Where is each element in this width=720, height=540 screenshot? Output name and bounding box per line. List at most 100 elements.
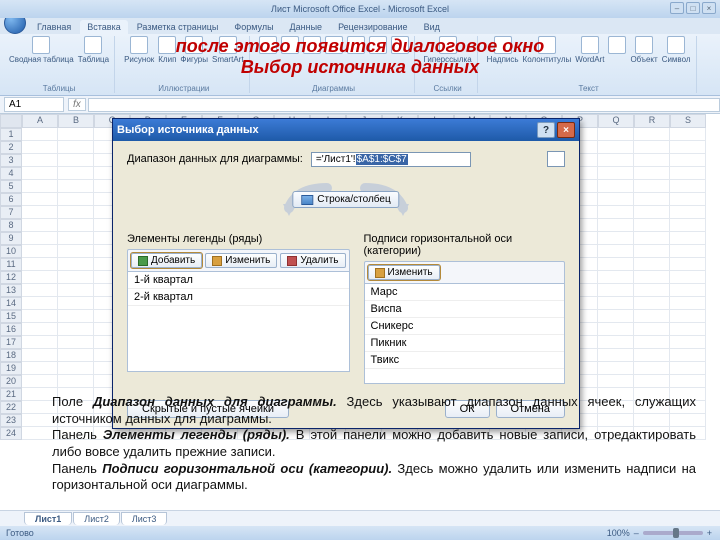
cell[interactable]	[634, 258, 670, 271]
cell[interactable]	[634, 141, 670, 154]
btn-chart-column[interactable]	[259, 36, 277, 55]
cell[interactable]	[22, 271, 58, 284]
cell[interactable]	[598, 167, 634, 180]
cell[interactable]	[634, 323, 670, 336]
btn-signature[interactable]	[608, 36, 626, 55]
cell[interactable]	[634, 154, 670, 167]
btn-chart-scatter[interactable]	[369, 36, 387, 55]
cell[interactable]	[634, 362, 670, 375]
tab-formulas[interactable]: Формулы	[227, 20, 280, 34]
cell[interactable]	[670, 375, 706, 388]
list-item[interactable]: Пикник	[365, 335, 565, 352]
btn-chart-other[interactable]	[391, 36, 409, 55]
cell[interactable]	[598, 284, 634, 297]
cell[interactable]	[22, 245, 58, 258]
col-head[interactable]: Q	[598, 114, 634, 128]
cell[interactable]	[670, 323, 706, 336]
row-head[interactable]: 23	[0, 414, 22, 427]
cell[interactable]	[22, 375, 58, 388]
btn-symbol[interactable]: Символ	[662, 36, 691, 64]
cell[interactable]	[670, 219, 706, 232]
cell[interactable]	[598, 323, 634, 336]
cell[interactable]	[22, 128, 58, 141]
win-close-button[interactable]: ×	[702, 2, 716, 14]
cell[interactable]	[634, 336, 670, 349]
cell[interactable]	[22, 154, 58, 167]
row-head[interactable]: 24	[0, 427, 22, 440]
zoom-control[interactable]: 100% – +	[607, 528, 712, 538]
btn-pivot-table[interactable]: Сводная таблица	[9, 36, 74, 64]
cell[interactable]	[22, 180, 58, 193]
btn-wordart[interactable]: WordArt	[575, 36, 604, 64]
cell[interactable]	[58, 232, 94, 245]
cell[interactable]	[58, 362, 94, 375]
tab-view[interactable]: Вид	[417, 20, 447, 34]
cell[interactable]	[22, 219, 58, 232]
cell[interactable]	[598, 219, 634, 232]
cell[interactable]	[58, 336, 94, 349]
btn-chart-bar[interactable]	[325, 36, 343, 55]
cell[interactable]	[58, 284, 94, 297]
btn-picture[interactable]: Рисунок	[124, 36, 154, 64]
cell[interactable]	[634, 206, 670, 219]
cell[interactable]	[22, 362, 58, 375]
cell[interactable]	[598, 245, 634, 258]
formula-input[interactable]	[88, 98, 720, 112]
cell[interactable]	[58, 375, 94, 388]
cell[interactable]	[670, 258, 706, 271]
btn-hyperlink[interactable]: Гиперссылка	[424, 36, 472, 64]
cell[interactable]	[634, 375, 670, 388]
cell[interactable]	[598, 375, 634, 388]
row-head[interactable]: 10	[0, 245, 22, 258]
legend-edit-button[interactable]: Изменить	[205, 253, 277, 268]
list-item[interactable]: Виспа	[365, 301, 565, 318]
cell[interactable]	[598, 154, 634, 167]
cell[interactable]	[670, 297, 706, 310]
dialog-close-button[interactable]: ×	[557, 122, 575, 138]
btn-textbox[interactable]: Надпись	[487, 36, 519, 64]
cell[interactable]	[598, 128, 634, 141]
col-head[interactable]: B	[58, 114, 94, 128]
cell[interactable]	[634, 297, 670, 310]
tab-review[interactable]: Рецензирование	[331, 20, 415, 34]
cell[interactable]	[634, 310, 670, 323]
cell[interactable]	[634, 284, 670, 297]
cell[interactable]	[58, 219, 94, 232]
list-item[interactable]: Сникерс	[365, 318, 565, 335]
cell[interactable]	[22, 141, 58, 154]
row-head[interactable]: 13	[0, 284, 22, 297]
legend-list[interactable]: 1-й квартал 2-й квартал	[127, 272, 350, 372]
btn-object[interactable]: Объект	[630, 36, 657, 64]
cell[interactable]	[670, 245, 706, 258]
row-head[interactable]: 19	[0, 362, 22, 375]
zoom-slider[interactable]	[643, 531, 703, 535]
list-item[interactable]: Марс	[365, 284, 565, 301]
cell[interactable]	[670, 232, 706, 245]
cell[interactable]	[22, 310, 58, 323]
cell[interactable]	[22, 193, 58, 206]
cell[interactable]	[634, 349, 670, 362]
name-box[interactable]: A1	[4, 97, 64, 112]
cell[interactable]	[58, 323, 94, 336]
cell[interactable]	[58, 297, 94, 310]
cell[interactable]	[670, 167, 706, 180]
row-head[interactable]: 17	[0, 336, 22, 349]
cell[interactable]	[670, 336, 706, 349]
cell[interactable]	[22, 336, 58, 349]
row-head[interactable]: 18	[0, 349, 22, 362]
cell[interactable]	[634, 167, 670, 180]
win-min-button[interactable]: –	[670, 2, 684, 14]
cell[interactable]	[598, 349, 634, 362]
sheet-tab-3[interactable]: Лист3	[121, 512, 168, 525]
cell[interactable]	[670, 362, 706, 375]
cell[interactable]	[670, 310, 706, 323]
cell[interactable]	[598, 141, 634, 154]
sheet-tab-2[interactable]: Лист2	[73, 512, 120, 525]
btn-chart-line[interactable]	[281, 36, 299, 55]
sheet-tab-1[interactable]: Лист1	[24, 512, 72, 525]
swap-row-column-button[interactable]: Строка/столбец	[292, 191, 399, 208]
cell[interactable]	[634, 128, 670, 141]
cell[interactable]	[670, 206, 706, 219]
cell[interactable]	[670, 154, 706, 167]
btn-table[interactable]: Таблица	[78, 36, 109, 64]
